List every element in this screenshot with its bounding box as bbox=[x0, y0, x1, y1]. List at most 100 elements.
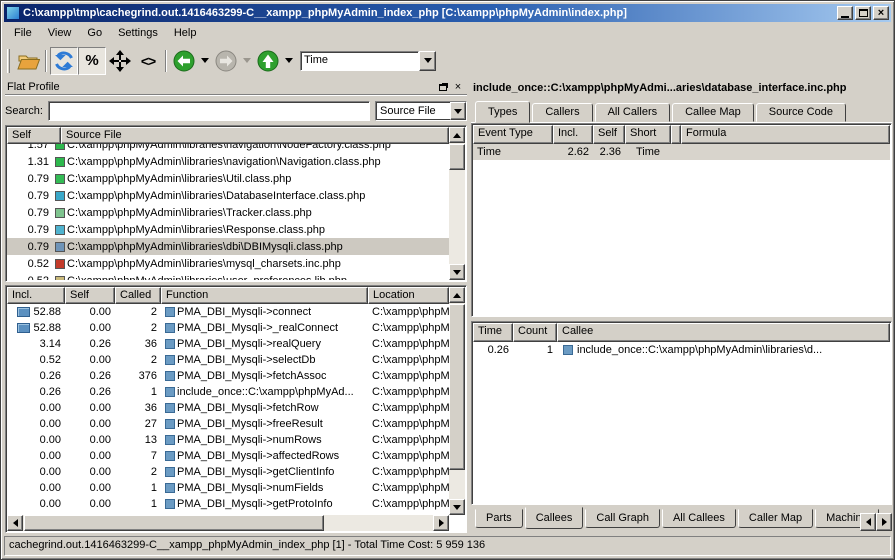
column-header-callee[interactable]: Callee bbox=[557, 323, 890, 342]
scrollbar-thumb[interactable] bbox=[449, 144, 465, 170]
self-cost-cell: 0.00 bbox=[65, 482, 115, 494]
detail-tab[interactable]: All Callers bbox=[595, 103, 671, 122]
bottom-tab[interactable]: All Callees bbox=[662, 509, 736, 528]
detail-tab[interactable]: Types bbox=[475, 101, 530, 123]
open-file-button[interactable] bbox=[14, 47, 42, 75]
column-header-self[interactable]: Self bbox=[65, 287, 115, 304]
cycle-grouping-button[interactable] bbox=[50, 47, 78, 75]
vertical-scrollbar[interactable] bbox=[449, 287, 465, 515]
function-row[interactable]: 0.00 0.00 1 PMA_DBI_Mysqli->numFields C:… bbox=[7, 480, 449, 496]
detail-tab[interactable]: Source Code bbox=[756, 103, 846, 122]
column-header-short[interactable]: Short bbox=[625, 125, 671, 144]
function-row[interactable]: 0.00 0.00 36 PMA_DBI_Mysqli->fetchRow C:… bbox=[7, 400, 449, 416]
menu-item[interactable]: Settings bbox=[110, 24, 166, 42]
column-header-self[interactable]: Self bbox=[7, 127, 61, 144]
column-header-formula[interactable]: Formula bbox=[681, 125, 890, 144]
combo-arrow-button[interactable] bbox=[419, 51, 436, 71]
source-file-row[interactable]: 1.57 C:\xampp\phpMyAdmin\libraries\navig… bbox=[7, 144, 449, 153]
combo-arrow-button[interactable] bbox=[450, 102, 466, 120]
event-type-selector[interactable]: Time bbox=[300, 51, 436, 71]
self-cost-cell: 0.00 bbox=[65, 450, 115, 462]
menu-item[interactable]: Go bbox=[79, 24, 110, 42]
column-header-count[interactable]: Count bbox=[513, 323, 557, 342]
source-toggle-button[interactable]: <> bbox=[134, 47, 162, 75]
source-file-row[interactable]: 0.79 C:\xampp\phpMyAdmin\libraries\Datab… bbox=[7, 187, 449, 204]
column-header-incl[interactable]: Incl. bbox=[7, 287, 65, 304]
minimize-button[interactable] bbox=[837, 6, 853, 20]
forward-button[interactable] bbox=[212, 47, 240, 75]
dock-float-button[interactable] bbox=[437, 80, 451, 93]
source-file-row[interactable]: 0.79 C:\xampp\phpMyAdmin\libraries\Respo… bbox=[7, 221, 449, 238]
menu-item[interactable]: View bbox=[40, 24, 80, 42]
source-file-row[interactable]: 0.79 C:\xampp\phpMyAdmin\libraries\Track… bbox=[7, 204, 449, 221]
horizontal-scrollbar[interactable] bbox=[7, 515, 449, 531]
back-dropdown-caret[interactable] bbox=[201, 58, 209, 63]
function-row[interactable]: 0.00 0.00 27 PMA_DBI_Mysqli->freeResult … bbox=[7, 416, 449, 432]
function-row[interactable]: 52.88 0.00 2 PMA_DBI_Mysqli->_realConnec… bbox=[7, 320, 449, 336]
menu-item[interactable]: File bbox=[6, 24, 40, 42]
function-row[interactable]: 52.88 0.00 2 PMA_DBI_Mysqli->connect C:\… bbox=[7, 304, 449, 320]
scroll-down-button[interactable] bbox=[449, 264, 465, 280]
column-header-self[interactable]: Self bbox=[593, 125, 625, 144]
dock-title-bar[interactable]: Flat Profile × bbox=[5, 79, 467, 95]
back-button[interactable] bbox=[170, 47, 198, 75]
dock-close-button[interactable]: × bbox=[451, 80, 465, 93]
column-header-incl[interactable]: Incl. bbox=[553, 125, 593, 144]
column-header-spacer[interactable] bbox=[671, 125, 681, 144]
bottom-tab[interactable]: Caller Map bbox=[738, 509, 813, 528]
title-bar[interactable]: C:\xampp\tmp\cachegrind.out.1416463299-C… bbox=[4, 4, 891, 22]
source-file-row[interactable]: 0.79 C:\xampp\phpMyAdmin\libraries\dbi\D… bbox=[7, 238, 449, 255]
callee-row[interactable]: 0.26 1 include_once::C:\xampp\phpMyAdmin… bbox=[473, 342, 890, 358]
scroll-right-button[interactable] bbox=[433, 515, 449, 531]
close-button[interactable]: × bbox=[873, 6, 889, 20]
relative-percent-button[interactable]: % bbox=[78, 47, 106, 75]
column-header-event-type[interactable]: Event Type bbox=[473, 125, 553, 144]
column-header-called[interactable]: Called bbox=[115, 287, 161, 304]
column-header-source-file[interactable]: Source File bbox=[61, 127, 449, 144]
function-row[interactable]: 0.00 0.00 2 PMA_DBI_Mysqli->getClientInf… bbox=[7, 464, 449, 480]
up-button[interactable] bbox=[254, 47, 282, 75]
grouping-selector[interactable]: Source File bbox=[375, 101, 467, 121]
scroll-down-button[interactable] bbox=[449, 499, 465, 515]
function-row[interactable]: 0.00 0.00 1 PMA_DBI_Mysqli->getProtoInfo… bbox=[7, 496, 449, 512]
event-type-row[interactable]: Time 2.62 2.36 Time bbox=[473, 144, 890, 160]
file-path: C:\xampp\phpMyAdmin\libraries\Response.c… bbox=[67, 224, 325, 236]
function-row[interactable]: 0.00 0.00 13 PMA_DBI_Mysqli->numRows C:\… bbox=[7, 432, 449, 448]
source-file-row[interactable]: 0.52 C:\xampp\phpMyAdmin\libraries\mysql… bbox=[7, 255, 449, 272]
menu-item[interactable]: Help bbox=[166, 24, 205, 42]
tab-scroll-right-button[interactable] bbox=[876, 513, 892, 531]
vertical-scrollbar[interactable] bbox=[449, 127, 465, 280]
bottom-tab[interactable]: Parts bbox=[475, 509, 523, 528]
scrollbar-thumb[interactable] bbox=[449, 304, 465, 470]
up-dropdown-caret[interactable] bbox=[285, 58, 293, 63]
function-row[interactable]: 0.26 0.26 376 PMA_DBI_Mysqli->fetchAssoc… bbox=[7, 368, 449, 384]
function-icon bbox=[165, 419, 175, 429]
column-header-function[interactable]: Function bbox=[161, 287, 368, 304]
toolbar-handle[interactable] bbox=[7, 49, 10, 73]
source-file-row[interactable]: 0.52 C:\xampp\phpMyAdmin\libraries\user_… bbox=[7, 272, 449, 280]
function-row[interactable]: 0.00 0.00 7 PMA_DBI_Mysqli->affectedRows… bbox=[7, 448, 449, 464]
scroll-up-button[interactable] bbox=[449, 287, 465, 303]
bottom-tab[interactable]: Call Graph bbox=[585, 509, 660, 528]
source-file-row[interactable]: 0.79 C:\xampp\phpMyAdmin\libraries\Util.… bbox=[7, 170, 449, 187]
maximize-button[interactable] bbox=[855, 6, 871, 20]
function-row[interactable]: 0.52 0.00 2 PMA_DBI_Mysqli->selectDb C:\… bbox=[7, 352, 449, 368]
function-row[interactable]: 0.26 0.26 1 include_once::C:\xampp\phpMy… bbox=[7, 384, 449, 400]
function-row[interactable]: 3.14 0.26 36 PMA_DBI_Mysqli->realQuery C… bbox=[7, 336, 449, 352]
detail-tab[interactable]: Callers bbox=[532, 103, 592, 122]
detail-tab[interactable]: Callee Map bbox=[672, 103, 754, 122]
expand-cost-button[interactable] bbox=[106, 47, 134, 75]
scroll-left-button[interactable] bbox=[7, 515, 23, 531]
forward-dropdown-caret[interactable] bbox=[243, 58, 251, 63]
self-cost-cell: 0.00 bbox=[65, 322, 115, 334]
incl-cell: 2.62 bbox=[553, 146, 593, 158]
function-icon bbox=[165, 323, 175, 333]
column-header-time[interactable]: Time bbox=[473, 323, 513, 342]
tab-scroll-left-button[interactable] bbox=[860, 513, 876, 531]
source-file-row[interactable]: 1.31 C:\xampp\phpMyAdmin\libraries\navig… bbox=[7, 153, 449, 170]
search-input[interactable] bbox=[48, 101, 370, 121]
column-header-location[interactable]: Location bbox=[368, 287, 449, 304]
scrollbar-thumb[interactable] bbox=[24, 515, 324, 531]
scroll-up-button[interactable] bbox=[449, 127, 465, 143]
bottom-tab[interactable]: Callees bbox=[525, 507, 584, 529]
